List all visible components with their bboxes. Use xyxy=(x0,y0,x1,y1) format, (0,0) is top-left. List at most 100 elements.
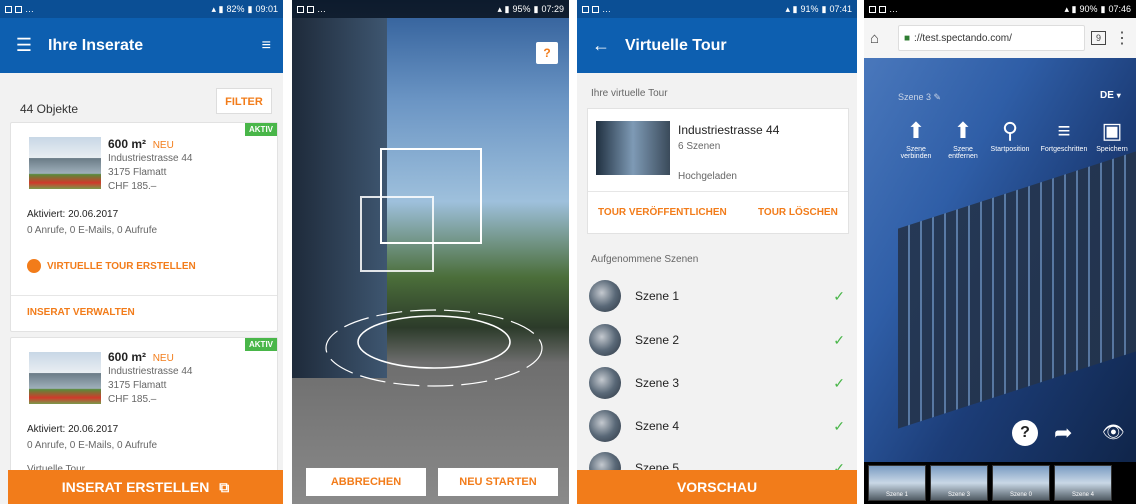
language-label: DE xyxy=(1100,90,1114,101)
browser-toolbar: ⌂ ■ ://test.spectando.com/ 9 ⋮ xyxy=(864,18,1136,58)
url-bar[interactable]: ■ ://test.spectando.com/ xyxy=(898,25,1085,51)
scene-name: Szene 1 xyxy=(635,289,680,303)
overflow-menu-icon[interactable]: ⋮ xyxy=(1114,28,1130,48)
map-pin-icon: ⚲ xyxy=(1001,118,1019,143)
url-text: ://test.spectando.com/ xyxy=(914,32,1012,44)
manage-listing-button[interactable]: INSERAT VERWALTEN xyxy=(27,307,135,318)
object-count: 44 Objekte xyxy=(20,102,79,116)
eye-hide-icon[interactable]: 👁 xyxy=(1102,422,1125,443)
tool-label: Startposition xyxy=(990,146,1030,153)
tool-label: Fortgeschritten xyxy=(1040,146,1088,153)
scene-thumb[interactable]: Szene 4 xyxy=(1054,465,1112,501)
status-badge: AKTIV xyxy=(245,338,277,351)
scene-thumbnail xyxy=(589,410,621,442)
scene-label-text: Szene 3 xyxy=(898,92,932,102)
scene-thumb[interactable]: Szene 1 xyxy=(868,465,926,501)
create-tour-link[interactable]: VIRTUELLE TOUR ERSTELLEN xyxy=(27,259,196,273)
cancel-button[interactable]: ABBRECHEN xyxy=(306,468,426,496)
preview-button[interactable]: VORSCHAU xyxy=(577,470,857,504)
orientation-ring xyxy=(325,309,543,387)
screen-virtual-tour: … ▴ ▮ 91% ▮ 07:41 ← Virtuelle Tour Ihre vir… xyxy=(577,0,857,504)
publish-tour-button[interactable]: TOUR VERÖFFENTLICHEN xyxy=(598,207,727,218)
screen-browser-viewer: … ▴ ▮ 90% ▮ 07:46 ⌂ ■ ://test.spectando.com… xyxy=(864,0,1136,504)
menu-lines-icon: ≡ xyxy=(1057,118,1071,143)
listing-card[interactable]: AKTIV 600 m² NEU Industriestrasse 44 317… xyxy=(10,337,278,477)
scene-thumb-label: Szene 3 xyxy=(947,492,971,498)
scene-thumb[interactable]: Szene 0 xyxy=(992,465,1050,501)
status-bar: … ▴ ▮ 91% ▮ 07:41 xyxy=(577,0,857,18)
scene-name: Szene 3 xyxy=(635,376,680,390)
status-bar: … ▴ ▮ 90% ▮ 07:46 xyxy=(864,0,1136,18)
tabs-count[interactable]: 9 xyxy=(1090,31,1106,45)
scene-thumb[interactable]: Szene 3 xyxy=(930,465,988,501)
app-bar: ☰ Ihre Inserate ≡ xyxy=(0,18,283,73)
tour-thumbnail xyxy=(596,121,670,175)
tour-card[interactable]: Industriestrasse 44 6 Szenen Hochgeladen… xyxy=(587,108,849,234)
check-icon: ✓ xyxy=(833,374,845,391)
start-position-tool[interactable]: ⚲ Startposition xyxy=(986,116,1034,153)
save-tool[interactable]: ▣ Speichern xyxy=(1088,116,1136,153)
tour-360-icon xyxy=(27,259,41,273)
recorded-scenes-title: Aufgenommene Szenen xyxy=(591,254,699,265)
scene-label[interactable]: Szene 3 ✎ xyxy=(898,92,941,103)
create-listing-label: INSERAT ERSTELLEN xyxy=(61,479,210,495)
home-icon[interactable]: ⌂ xyxy=(870,30,892,47)
listing-street: Industriestrasse 44 xyxy=(108,153,193,164)
listing-stats: 0 Anrufe, 0 E-Mails, 0 Aufrufe xyxy=(27,225,158,236)
advanced-tool[interactable]: ≡ Fortgeschritten xyxy=(1040,116,1088,153)
pencil-icon: ✎ xyxy=(933,92,942,102)
tool-label: Speichern xyxy=(1096,146,1128,153)
external-link-icon: ⧉ xyxy=(219,479,230,495)
check-icon: ✓ xyxy=(833,331,845,348)
listing-city: 3175 Flamatt xyxy=(108,167,167,178)
home-plus-icon: ⬆ xyxy=(906,118,926,143)
chevron-down-icon: ▾ xyxy=(1116,91,1121,100)
app-bar: ← Virtuelle Tour xyxy=(577,18,857,73)
listing-area: 600 m² xyxy=(108,350,147,364)
connect-scene-tool[interactable]: ⬆ Szene verbinden xyxy=(892,116,940,160)
scene-item[interactable]: Szene 4 ✓ xyxy=(589,408,845,444)
new-label: NEU xyxy=(152,140,174,151)
status-badge: AKTIV xyxy=(245,123,277,136)
tool-label: Szene verbinden xyxy=(900,146,932,160)
home-minus-icon: ⬆ xyxy=(953,118,973,143)
language-select[interactable]: DE ▾ xyxy=(1100,90,1121,101)
status-bar: … ▴ ▮ 82% ▮ 09:01 xyxy=(0,0,283,18)
scene-item[interactable]: Szene 2 ✓ xyxy=(589,322,845,358)
scene-name: Szene 4 xyxy=(635,419,680,433)
building-facade xyxy=(898,151,1136,429)
scene-thumb-label: Szene 1 xyxy=(885,492,909,498)
share-arrow-icon[interactable]: ➦ xyxy=(1054,420,1072,446)
check-icon: ✓ xyxy=(833,287,845,304)
sort-icon[interactable]: ≡ xyxy=(262,37,271,55)
scene-item[interactable]: Szene 1 ✓ xyxy=(589,278,845,314)
menu-icon[interactable]: ☰ xyxy=(0,35,48,56)
create-tour-label: VIRTUELLE TOUR ERSTELLEN xyxy=(47,260,196,272)
listing-street: Industriestrasse 44 xyxy=(108,366,193,377)
help-button[interactable]: ? xyxy=(536,42,558,64)
target-frame xyxy=(360,196,434,272)
remove-scene-tool[interactable]: ⬆ Szene entfernen xyxy=(939,116,987,160)
tour-state: Hochgeladen xyxy=(678,171,737,182)
delete-tour-button[interactable]: TOUR LÖSCHEN xyxy=(758,207,838,218)
screen-listings: … ▴ ▮ 82% ▮ 09:01 ☰ Ihre Inserate ≡ 44 Obje… xyxy=(0,0,283,504)
listing-area: 600 m² xyxy=(108,137,147,151)
listing-card[interactable]: AKTIV 600 m² NEU Industriestrasse 44 317… xyxy=(10,122,278,332)
scene-item[interactable]: Szene 3 ✓ xyxy=(589,365,845,401)
save-icon: ▣ xyxy=(1101,118,1123,143)
tour-name: Industriestrasse 44 xyxy=(678,123,780,137)
filter-button[interactable]: FILTER xyxy=(216,88,272,114)
listing-thumbnail xyxy=(29,137,101,189)
help-icon[interactable]: ? xyxy=(1012,420,1038,446)
listing-stats: 0 Anrufe, 0 E-Mails, 0 Aufrufe xyxy=(27,440,158,451)
back-arrow-icon[interactable]: ← xyxy=(577,35,625,56)
screen-camera: … ▴ ▮ 95% ▮ 07:29 ? ABBRECHEN NEU STARTEN xyxy=(292,0,569,504)
tour-scene-count: 6 Szenen xyxy=(678,141,721,152)
scene-thumb-label: Szene 0 xyxy=(1009,492,1033,498)
create-listing-button[interactable]: INSERAT ERSTELLEN ⧉ xyxy=(8,470,283,504)
restart-button[interactable]: NEU STARTEN xyxy=(438,468,558,496)
section-title: Ihre virtuelle Tour xyxy=(591,88,668,99)
scene-name: Szene 2 xyxy=(635,333,680,347)
status-bar: … ▴ ▮ 95% ▮ 07:29 xyxy=(292,0,569,18)
tool-label: Szene entfernen xyxy=(948,146,978,160)
